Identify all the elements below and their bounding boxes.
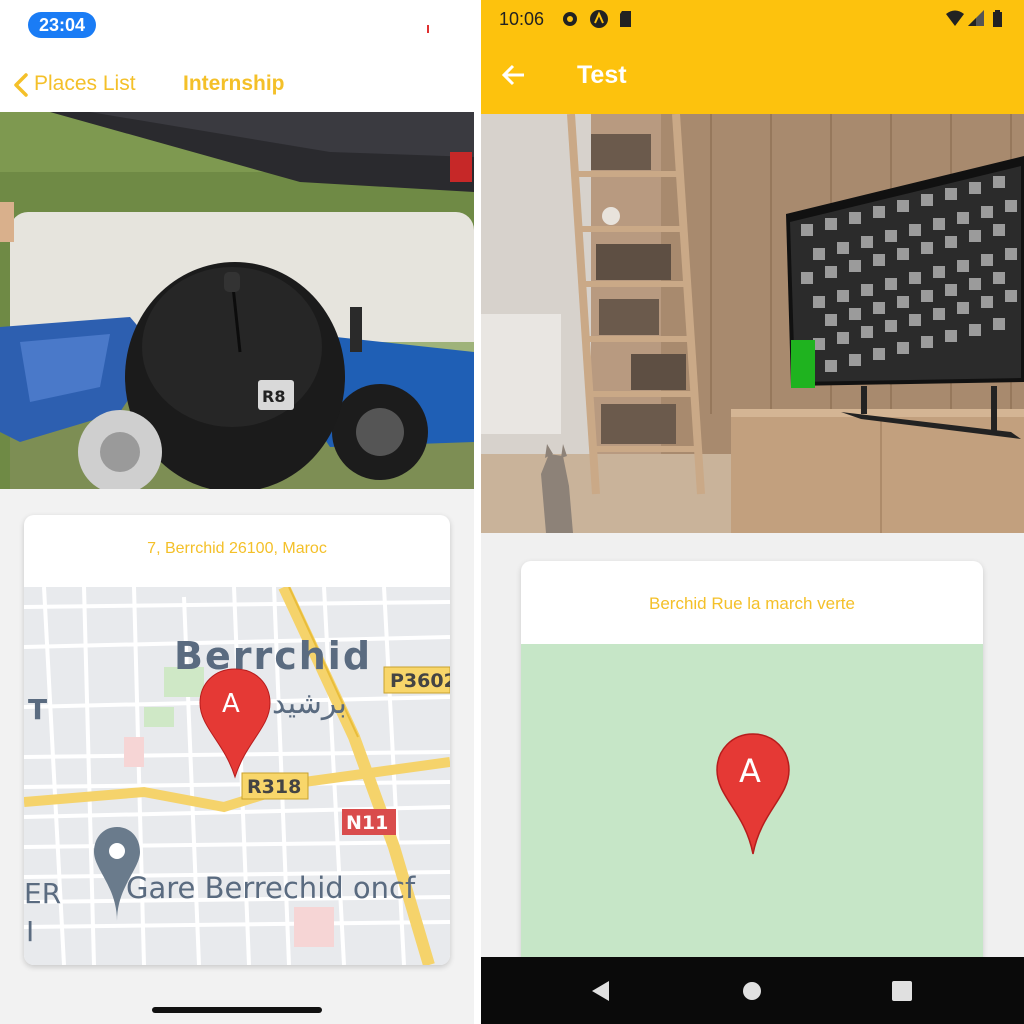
settings-icon bbox=[563, 12, 577, 26]
wifi-icon bbox=[946, 10, 964, 26]
nav-home-icon[interactable] bbox=[740, 979, 764, 1003]
battery-icon bbox=[993, 10, 1002, 27]
back-arrow-icon[interactable] bbox=[501, 62, 527, 88]
nav-recents-icon[interactable] bbox=[890, 979, 914, 1003]
nav-back-icon[interactable] bbox=[589, 979, 613, 1003]
app-bar: 10:06 Test bbox=[481, 0, 1024, 114]
recording-indicator bbox=[427, 25, 429, 33]
map-city-label-arabic: برشيد bbox=[272, 686, 347, 721]
map-place-label: Gare Berrechid oncf bbox=[126, 871, 416, 905]
map-edge-label: T bbox=[28, 693, 47, 726]
ios-status-bar: 23:04 bbox=[0, 0, 474, 50]
map-pin-icon: A bbox=[716, 733, 790, 855]
map-view[interactable]: P3602 R318 N11 Berrchid برشيد T ER I bbox=[24, 587, 450, 965]
android-status-time: 10:06 bbox=[499, 9, 545, 29]
road-badge-r318: R318 bbox=[241, 772, 309, 800]
map-marker-label: A bbox=[739, 752, 761, 790]
home-indicator[interactable] bbox=[152, 1007, 322, 1013]
map-edge-label: ER bbox=[24, 877, 61, 910]
app-bar-title: Test bbox=[577, 61, 627, 89]
signal-icon bbox=[968, 10, 984, 26]
android-navigation-bar bbox=[481, 957, 1024, 1024]
location-card[interactable]: 7, Berrchid 26100, Maroc P360 R318 N11 B… bbox=[24, 515, 450, 965]
mouse-logo-text: R8 bbox=[262, 387, 285, 406]
address-label: Berchid Rue la march verte bbox=[649, 594, 855, 613]
map-city-label: Berrchid bbox=[174, 634, 372, 678]
map-edge-label: I bbox=[26, 915, 34, 948]
location-card[interactable]: Berchid Rue la march verte A bbox=[521, 561, 983, 981]
page-title: Internship bbox=[183, 72, 285, 95]
map-view[interactable]: A bbox=[521, 644, 983, 981]
ios-status-time: 23:04 bbox=[28, 12, 96, 38]
place-photo bbox=[481, 114, 1024, 533]
place-photo: R8 bbox=[0, 112, 474, 489]
sd-card-icon bbox=[620, 11, 631, 27]
status-notification-icons bbox=[563, 10, 631, 28]
a-logo-icon bbox=[590, 10, 608, 28]
split-screenshot: 23:04 Places List Internship R8 7, Berrc… bbox=[0, 0, 1024, 1024]
divider bbox=[474, 0, 481, 1024]
ios-screen: 23:04 Places List Internship R8 7, Berrc… bbox=[0, 0, 474, 1024]
address-label: 7, Berrchid 26100, Maroc bbox=[147, 540, 327, 557]
svg-text:P3602: P3602 bbox=[390, 670, 450, 692]
road-badge-p3602: P3602 bbox=[383, 666, 450, 694]
back-chevron-icon[interactable] bbox=[12, 72, 30, 98]
svg-text:R318: R318 bbox=[247, 776, 301, 798]
map-marker-label: A bbox=[222, 689, 240, 719]
android-screen: 10:06 Test Berchid Rue la march verte A bbox=[481, 0, 1024, 1024]
svg-text:N11: N11 bbox=[346, 812, 388, 834]
back-button[interactable]: Places List bbox=[34, 72, 136, 96]
road-badge-n11: N11 bbox=[342, 809, 396, 835]
status-system-icons bbox=[946, 10, 1002, 27]
